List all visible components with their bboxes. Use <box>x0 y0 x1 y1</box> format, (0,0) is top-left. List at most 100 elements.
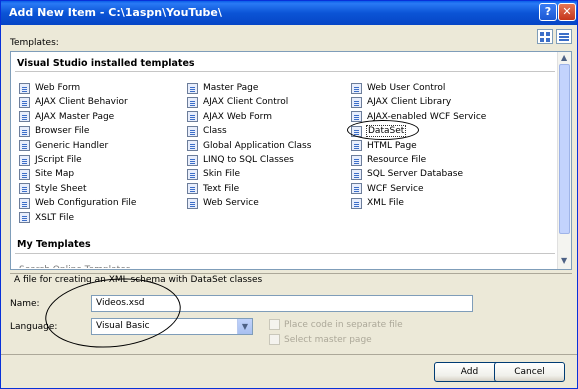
template-item-label: Browser File <box>35 126 90 137</box>
button-separator <box>1 354 577 355</box>
small-icons-view-button[interactable] <box>556 29 572 44</box>
template-item[interactable]: Master Page <box>187 81 259 95</box>
template-item[interactable]: HTML Page <box>351 139 418 153</box>
template-file-icon <box>19 82 30 94</box>
template-item[interactable]: Web Configuration File <box>19 196 137 210</box>
template-item-label: AJAX Client Library <box>367 97 452 108</box>
scroll-down-icon[interactable]: ▼ <box>561 256 567 265</box>
scroll-up-icon[interactable]: ▲ <box>561 53 567 62</box>
template-file-icon <box>19 111 30 123</box>
template-item[interactable]: Style Sheet <box>19 182 88 196</box>
template-file-icon <box>19 125 30 137</box>
template-file-icon <box>19 197 30 209</box>
template-item-label: AJAX Client Behavior <box>35 97 128 108</box>
name-label: Name: <box>10 299 40 309</box>
template-item[interactable]: JScript File <box>19 153 83 167</box>
template-file-icon <box>187 154 198 166</box>
template-file-icon <box>351 111 362 123</box>
template-item-label: LINQ to SQL Classes <box>203 155 294 165</box>
template-item-label: Web Service <box>203 198 259 209</box>
template-file-icon <box>351 183 362 195</box>
template-item-label: AJAX Client Control <box>203 97 289 108</box>
template-item[interactable]: AJAX Master Page <box>19 110 115 124</box>
template-item-label: Text File <box>203 183 240 194</box>
template-item-label: AJAX Master Page <box>35 111 115 122</box>
template-item-label: Web Configuration File <box>35 198 137 209</box>
template-file-icon <box>19 212 30 224</box>
template-file-icon <box>19 154 30 166</box>
template-item[interactable]: Web User Control <box>351 81 446 95</box>
template-item[interactable]: Global Application Class <box>187 139 312 153</box>
large-icons-view-button[interactable] <box>537 29 553 44</box>
template-item-label: Resource File <box>367 155 427 165</box>
template-item[interactable]: Resource File <box>351 153 427 167</box>
template-file-icon <box>19 96 30 108</box>
place-code-checkbox-row[interactable]: Place code in separate file <box>269 319 403 330</box>
template-item-label: Global Application Class <box>203 140 312 151</box>
select-master-checkbox[interactable] <box>269 334 280 345</box>
select-master-checkbox-row[interactable]: Select master page <box>269 334 372 345</box>
template-item[interactable]: AJAX Client Behavior <box>19 95 129 109</box>
template-file-icon <box>19 168 30 180</box>
template-item-label: AJAX Web Form <box>203 111 272 122</box>
template-item-label: Skin File <box>203 169 241 180</box>
template-item[interactable]: Web Service <box>187 196 260 210</box>
template-item[interactable]: WCF Service <box>351 182 424 196</box>
template-item[interactable]: Text File <box>187 182 240 196</box>
template-item-label: WCF Service <box>367 183 424 194</box>
template-item-label: SQL Server Database <box>367 169 463 180</box>
chevron-down-icon[interactable]: ▼ <box>237 319 252 334</box>
template-item-label: Class <box>203 126 227 137</box>
template-item[interactable]: SQL Server Database <box>351 167 464 181</box>
close-button[interactable]: ✕ <box>558 3 576 21</box>
template-item[interactable]: XSLT File <box>19 211 75 225</box>
template-file-icon <box>187 96 198 108</box>
select-master-label: Select master page <box>284 334 372 345</box>
template-file-icon <box>19 140 30 152</box>
annotation-circle-dataset <box>347 120 419 140</box>
template-item-label: Master Page <box>203 83 259 93</box>
template-item[interactable]: Class <box>187 124 228 138</box>
template-item[interactable]: Web Form <box>19 81 81 95</box>
template-item-label: XSLT File <box>35 212 75 223</box>
place-code-label: Place code in separate file <box>284 319 403 330</box>
template-file-icon <box>19 183 30 195</box>
template-item[interactable]: Skin File <box>187 167 241 181</box>
template-file-icon <box>351 96 362 108</box>
template-item[interactable]: AJAX Client Library <box>351 95 452 109</box>
template-item-label: Web User Control <box>367 83 446 93</box>
template-file-icon <box>351 168 362 180</box>
template-item[interactable]: Browser File <box>19 124 90 138</box>
template-item[interactable]: Site Map <box>19 167 75 181</box>
template-file-icon <box>187 183 198 195</box>
section-divider <box>15 253 555 254</box>
template-item-label: Style Sheet <box>35 183 87 194</box>
templates-list[interactable]: Visual Studio installed templates Web Fo… <box>10 51 572 270</box>
template-item-label: Site Map <box>35 169 75 180</box>
template-item[interactable]: AJAX Web Form <box>187 110 273 124</box>
dialog-title: Add New Item - C:\1aspn\YouTube\ <box>9 6 222 19</box>
templates-label: Templates: <box>10 38 59 48</box>
template-file-icon <box>187 111 198 123</box>
section-divider <box>15 71 555 72</box>
template-file-icon <box>351 154 362 166</box>
templates-scrollbar[interactable]: ▲ ▼ <box>557 52 571 269</box>
add-new-item-dialog: Add New Item - C:\1aspn\YouTube\ ? ✕ Tem… <box>0 0 578 389</box>
scroll-thumb[interactable] <box>559 64 570 234</box>
template-file-icon <box>187 140 198 152</box>
template-file-icon <box>351 82 362 94</box>
template-item[interactable]: LINQ to SQL Classes <box>187 153 295 167</box>
title-bar[interactable]: Add New Item - C:\1aspn\YouTube\ ? ✕ <box>1 1 577 25</box>
search-online-templates-item[interactable]: Search Online Templates... <box>19 263 139 268</box>
installed-templates-header: Visual Studio installed templates <box>17 58 195 69</box>
template-item-label: Web Form <box>35 83 81 93</box>
template-item[interactable]: XML File <box>351 196 405 210</box>
template-file-icon <box>187 168 198 180</box>
template-item[interactable]: AJAX Client Control <box>187 95 289 109</box>
template-file-icon <box>351 140 362 152</box>
help-button[interactable]: ? <box>539 3 557 21</box>
place-code-checkbox[interactable] <box>269 319 280 330</box>
cancel-button[interactable]: Cancel <box>494 362 565 382</box>
template-item[interactable]: Generic Handler <box>19 139 109 153</box>
template-file-icon <box>187 125 198 137</box>
